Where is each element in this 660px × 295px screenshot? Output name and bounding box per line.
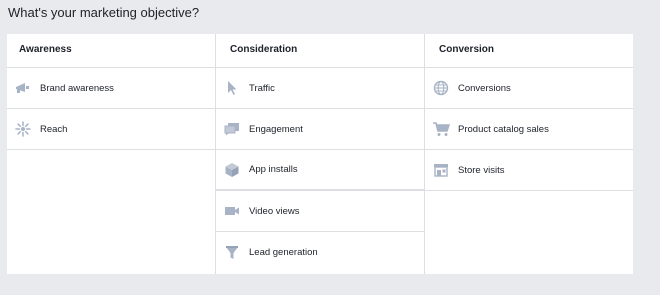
cursor-icon bbox=[223, 81, 241, 95]
globe-icon bbox=[432, 80, 450, 96]
chat-bubbles-icon bbox=[223, 122, 241, 136]
objective-label: Lead generation bbox=[249, 247, 318, 258]
objective-label: Brand awareness bbox=[40, 82, 114, 94]
column-header-consideration: Consideration bbox=[216, 34, 424, 68]
objective-label: Engagement bbox=[249, 123, 303, 135]
objective-label: Traffic bbox=[249, 82, 275, 94]
objective-label: Product catalog sales bbox=[458, 123, 549, 135]
column-awareness: Awareness Brand awareness Reach bbox=[7, 34, 215, 274]
cart-icon bbox=[432, 122, 450, 136]
column-header-awareness: Awareness bbox=[7, 34, 215, 68]
video-camera-icon bbox=[223, 204, 241, 218]
column-consideration: Consideration Traffic Engagement App ins… bbox=[215, 34, 424, 274]
objective-product-catalog-sales[interactable]: Product catalog sales bbox=[425, 109, 633, 150]
objective-reach[interactable]: Reach bbox=[7, 109, 215, 150]
storefront-icon bbox=[432, 163, 450, 177]
objective-lead-generation[interactable]: Lead generation bbox=[216, 232, 424, 273]
objective-video-views[interactable]: Video views bbox=[216, 191, 424, 232]
column-header-conversion: Conversion bbox=[425, 34, 633, 68]
funnel-icon bbox=[223, 245, 241, 260]
megaphone-icon bbox=[14, 81, 32, 95]
objective-store-visits[interactable]: Store visits bbox=[425, 150, 633, 191]
objective-engagement[interactable]: Engagement bbox=[216, 109, 424, 150]
objective-label: Video views bbox=[249, 205, 300, 217]
objective-conversions[interactable]: Conversions bbox=[425, 68, 633, 109]
column-conversion: Conversion Conversions Product catalog s… bbox=[424, 34, 633, 274]
objective-label: Store visits bbox=[458, 164, 505, 176]
objective-label: Conversions bbox=[458, 82, 511, 94]
objective-table: Awareness Brand awareness Reach Consider… bbox=[7, 34, 633, 274]
burst-icon bbox=[14, 121, 32, 137]
objective-label: Reach bbox=[40, 123, 68, 135]
objective-page: What's your marketing objective? Awarene… bbox=[0, 0, 660, 295]
cube-icon bbox=[223, 162, 241, 177]
objective-label: App installs bbox=[249, 164, 298, 175]
objective-brand-awareness[interactable]: Brand awareness bbox=[7, 68, 215, 109]
page-title: What's your marketing objective? bbox=[8, 5, 200, 20]
objective-app-installs[interactable]: App installs bbox=[216, 150, 424, 191]
objective-traffic[interactable]: Traffic bbox=[216, 68, 424, 109]
